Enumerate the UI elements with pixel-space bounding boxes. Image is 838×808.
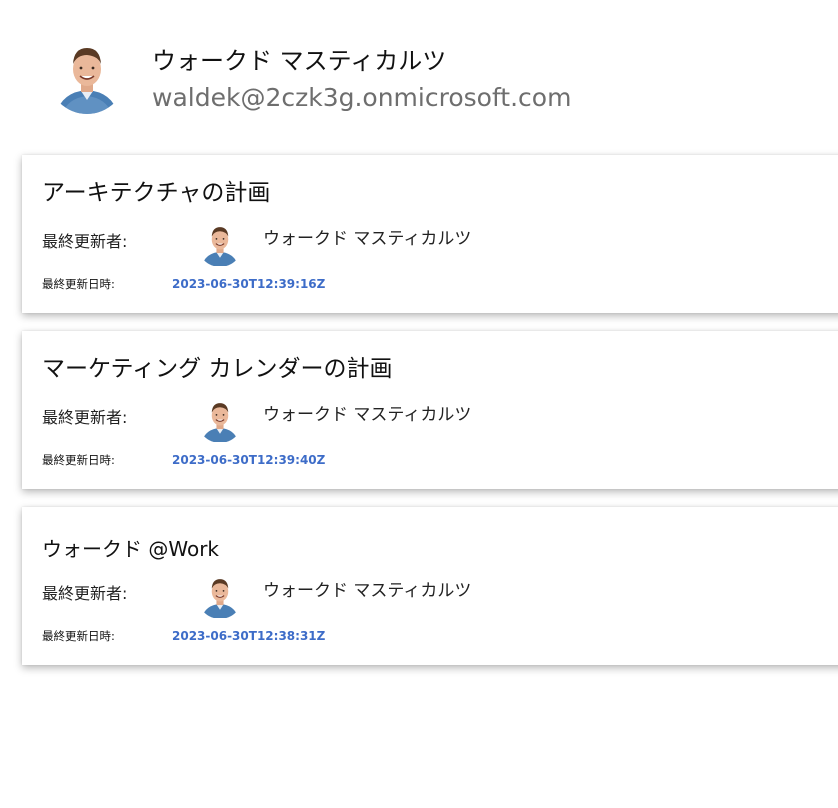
modified-by-label: 最終更新者: [42,232,128,251]
person-photo-avatar-icon [197,220,243,266]
modifier-avatar [197,219,243,267]
modified-by-label: 最終更新者: [42,408,128,427]
modified-at-label: 最終更新日時: [42,277,115,291]
modified-at-value: 2023-06-30T12:39:16Z [172,277,326,291]
person-photo-avatar-icon [48,36,126,114]
modifier-name: ウォークド マスティカルツ [263,581,472,601]
user-profile-header: ウォークド マスティカルツ waldek@2czk3g.onmicrosoft.… [48,36,828,118]
document-title[interactable]: マーケティング カレンダーの計画 [42,353,392,385]
modifier-name: ウォークド マスティカルツ [263,229,472,249]
modified-at-value: 2023-06-30T12:38:31Z [172,629,326,643]
document-title[interactable]: ウォークド @Work [42,533,219,565]
modified-by-label: 最終更新者: [42,584,128,603]
modified-at-label: 最終更新日時: [42,453,115,467]
modifier-name: ウォークド マスティカルツ [263,405,472,425]
user-email: waldek@2czk3g.onmicrosoft.com [152,83,572,112]
document-card[interactable]: ウォークド @Work 最終更新者: ウォークド マスティカルツ 最終更新日時:… [22,507,838,665]
user-avatar[interactable] [48,36,126,114]
person-photo-avatar-icon [197,396,243,442]
document-card[interactable]: アーキテクチャの計画 最終更新者: ウォークド マスティカルツ 最終更新日時: … [22,155,838,313]
person-photo-avatar-icon [197,572,243,618]
document-card[interactable]: マーケティング カレンダーの計画 最終更新者: ウォークド マスティカルツ 最終… [22,331,838,489]
modified-at-label: 最終更新日時: [42,629,115,643]
user-display-name: ウォークド マスティカルツ [152,47,447,75]
document-title[interactable]: アーキテクチャの計画 [42,177,270,209]
modifier-avatar [197,395,243,443]
page: ウォークド マスティカルツ waldek@2czk3g.onmicrosoft.… [0,0,838,808]
modified-at-value: 2023-06-30T12:39:40Z [172,453,326,467]
modifier-avatar [197,571,243,619]
